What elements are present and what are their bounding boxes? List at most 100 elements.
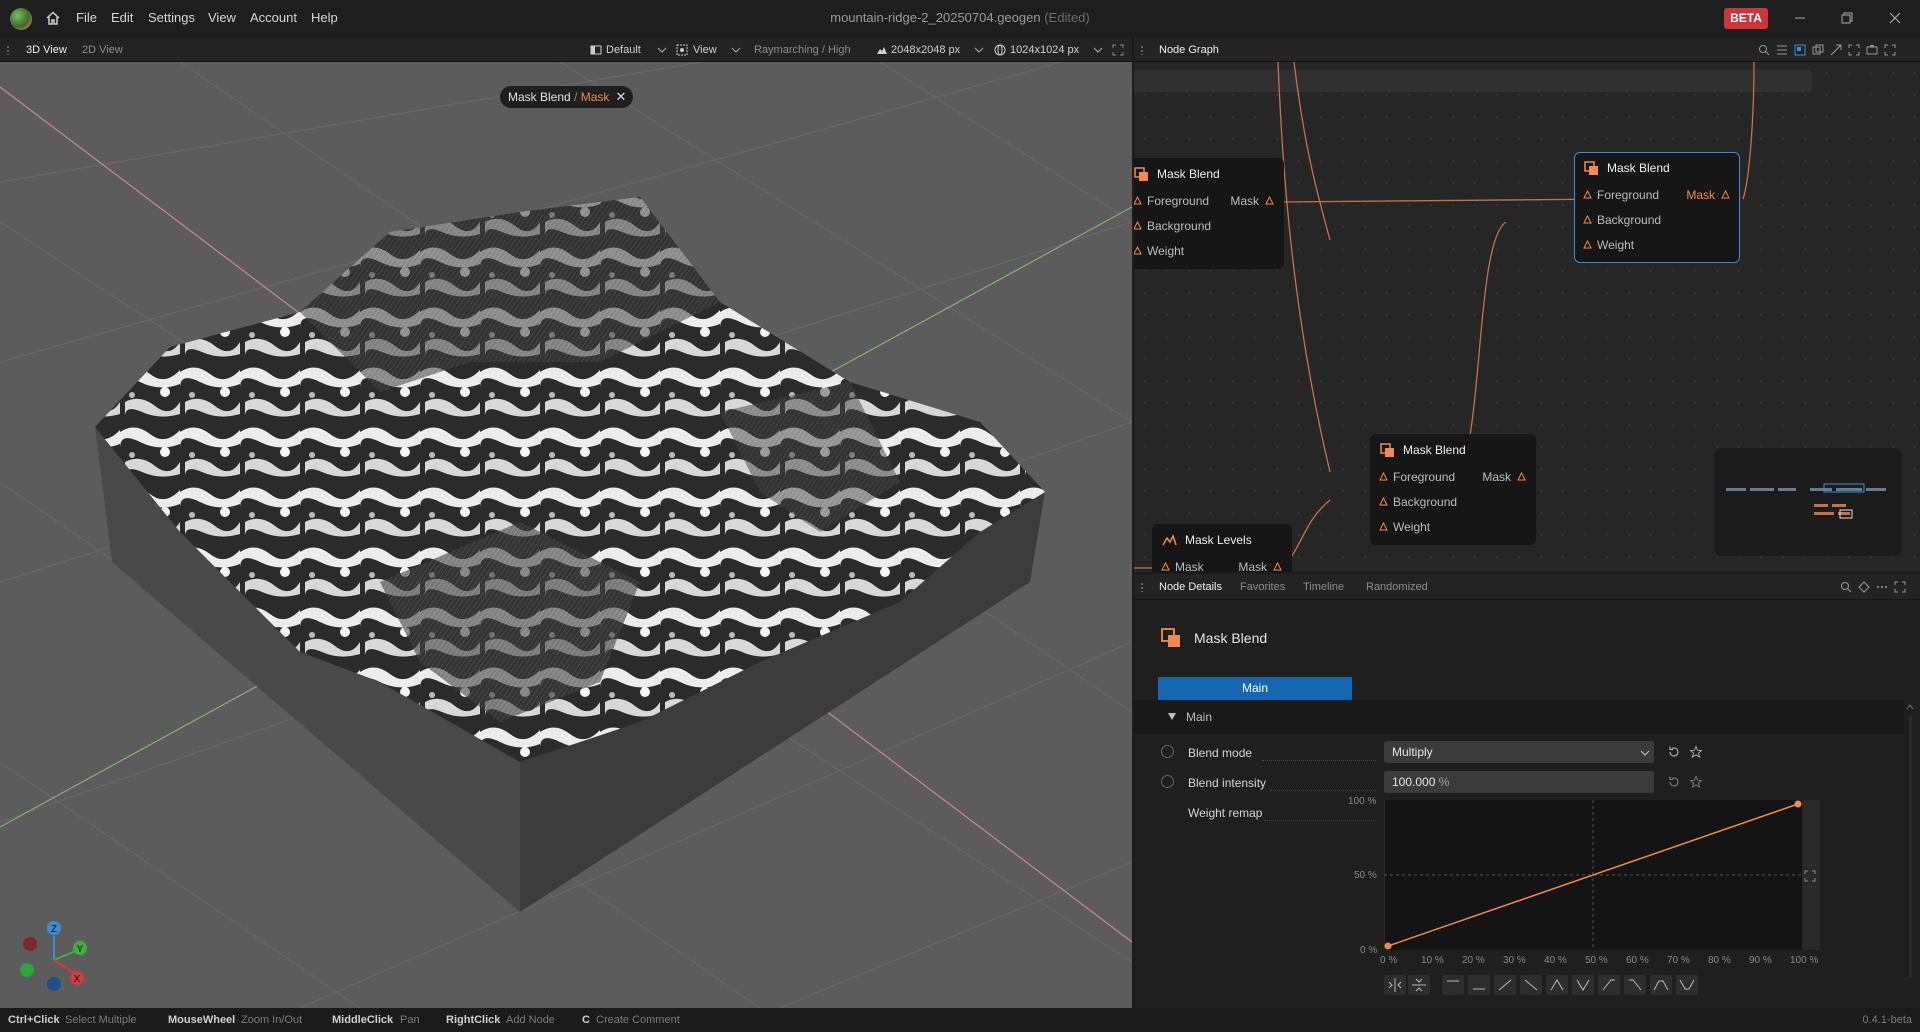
panel-grip[interactable] <box>1140 582 1144 592</box>
render-mode[interactable]: Raymarching / High <box>754 38 851 62</box>
fullscreen-icon[interactable] <box>1112 44 1124 56</box>
weight-remap-curve-editor[interactable] <box>1383 800 1802 950</box>
input-port-background[interactable]: Background <box>1134 214 1283 239</box>
menu-account[interactable]: Account <box>250 0 297 36</box>
list-icon[interactable] <box>1776 44 1788 56</box>
tab-main[interactable]: Main <box>1158 677 1352 700</box>
tab-node-details[interactable]: Node Details <box>1159 575 1222 599</box>
chip-close-icon[interactable]: ✕ <box>616 86 627 108</box>
tab-favorites[interactable]: Favorites <box>1240 575 1285 599</box>
panel-grip[interactable] <box>6 45 10 55</box>
more-icon[interactable] <box>1876 581 1888 593</box>
input-port-weight[interactable]: Weight <box>1575 233 1739 258</box>
scroll-track[interactable] <box>1908 717 1912 977</box>
curve-preset-bottom[interactable] <box>1468 975 1490 995</box>
fullscreen-icon[interactable] <box>1884 44 1896 56</box>
curve-flip-h-button[interactable] <box>1384 975 1406 995</box>
blend-mode-select[interactable]: Multiply <box>1384 741 1654 763</box>
hint-key: RightClick <box>446 1014 501 1026</box>
preset-dropdown[interactable]: Default <box>606 38 641 62</box>
blend-mode-expose-toggle[interactable] <box>1161 745 1174 758</box>
preview-resolution-dropdown[interactable]: 1024x1024 px <box>1010 38 1079 62</box>
minimize-icon[interactable] <box>1790 8 1810 28</box>
menu-help[interactable]: Help <box>311 0 338 36</box>
chevron-down-icon[interactable] <box>731 46 741 54</box>
input-port-mask[interactable]: Mask Mask <box>1153 555 1291 572</box>
curve-preset-peak[interactable] <box>1546 975 1568 995</box>
blend-intensity-expose-toggle[interactable] <box>1161 775 1174 788</box>
layout-icon[interactable] <box>1794 44 1806 56</box>
search-icon[interactable] <box>1758 44 1770 56</box>
panel-grip[interactable] <box>1140 45 1144 55</box>
input-port-foreground[interactable]: Foreground Mask <box>1371 465 1535 490</box>
restore-icon[interactable] <box>1837 8 1857 28</box>
section-main-header[interactable]: Main <box>1134 700 1904 734</box>
curve-preset-step[interactable] <box>1598 975 1620 995</box>
output-port-icon[interactable] <box>1265 196 1274 205</box>
curve-control-point[interactable] <box>1794 800 1802 808</box>
tab-randomized[interactable]: Randomized <box>1366 575 1428 599</box>
node-graph-canvas[interactable]: Mask Blend Foreground Mask Background Wei… <box>1134 62 1920 572</box>
graph-minimap[interactable] <box>1714 448 1902 556</box>
viewport-3d[interactable]: Mask Blend / Mask ✕ Z Y X <box>0 62 1132 1008</box>
graph-node-mask-blend-1[interactable]: Mask Blend Foreground Mask Background Wei… <box>1134 158 1284 269</box>
flip-vertical-icon <box>1412 978 1426 992</box>
tab-2d-view[interactable]: 2D View <box>82 38 123 62</box>
graph-node-mask-blend-2[interactable]: Mask Blend Foreground Mask Background Wei… <box>1574 152 1740 263</box>
resolution-dropdown[interactable]: 2048x2048 px <box>891 38 960 62</box>
reset-icon[interactable] <box>1667 745 1681 759</box>
curve-preset-step-inverse[interactable] <box>1624 975 1646 995</box>
curve-preset-cap[interactable] <box>1650 975 1672 995</box>
input-port-weight[interactable]: Weight <box>1371 515 1535 540</box>
menu-file[interactable]: File <box>76 0 97 36</box>
curve-flip-v-button[interactable] <box>1408 975 1430 995</box>
home-icon[interactable] <box>45 10 61 26</box>
curve-preset-cup[interactable] <box>1676 975 1698 995</box>
input-port-background[interactable]: Background <box>1371 490 1535 515</box>
curve-preset-top[interactable] <box>1442 975 1464 995</box>
collapse-arrow-icon[interactable] <box>1168 713 1176 720</box>
prop-leader <box>1270 790 1376 791</box>
frame-icon[interactable] <box>1812 44 1824 56</box>
axis-gizmo[interactable]: Z Y X <box>14 914 94 994</box>
port-label: Foreground <box>1147 194 1210 208</box>
chevron-down-icon[interactable] <box>657 46 667 54</box>
graph-node-mask-blend-3[interactable]: Mask Blend Foreground Mask Background Wei… <box>1370 434 1536 545</box>
port-triangle-icon <box>1583 240 1592 249</box>
curve-preset-valley[interactable] <box>1572 975 1594 995</box>
fullscreen-icon[interactable] <box>1894 581 1906 593</box>
tab-3d-view[interactable]: 3D View <box>26 38 67 62</box>
menu-settings[interactable]: Settings <box>148 0 195 36</box>
input-port-foreground[interactable]: Foreground Mask <box>1575 183 1739 208</box>
tab-timeline[interactable]: Timeline <box>1303 575 1344 599</box>
curve-preset-linear[interactable] <box>1494 975 1516 995</box>
reset-icon[interactable] <box>1667 775 1681 789</box>
input-port-background[interactable]: Background <box>1575 208 1739 233</box>
curve-preset-inverse[interactable] <box>1520 975 1542 995</box>
output-port-icon[interactable] <box>1273 562 1282 571</box>
blend-intensity-input[interactable]: 100.000 % <box>1384 771 1654 793</box>
favorite-star-icon[interactable] <box>1689 745 1703 759</box>
tab-node-graph[interactable]: Node Graph <box>1159 38 1219 62</box>
chevron-down-icon[interactable] <box>974 46 984 54</box>
curve-control-point[interactable] <box>1384 942 1392 950</box>
fit-view-icon[interactable] <box>1848 44 1860 56</box>
close-window-icon[interactable] <box>1885 8 1905 28</box>
output-port-icon[interactable] <box>1721 190 1730 199</box>
search-icon[interactable] <box>1840 581 1852 593</box>
menu-view[interactable]: View <box>208 0 236 36</box>
graph-node-mask-levels[interactable]: Mask Levels Mask Mask <box>1152 524 1292 572</box>
input-port-weight[interactable]: Weight <box>1134 239 1283 264</box>
expand-icon[interactable] <box>1830 44 1842 56</box>
chevron-down-icon[interactable] <box>1093 46 1103 54</box>
view-dropdown[interactable]: View <box>693 38 717 62</box>
diamond-icon[interactable] <box>1858 581 1870 593</box>
scroll-up-icon[interactable] <box>1906 702 1914 712</box>
expand-curve-icon[interactable] <box>1804 870 1816 882</box>
screenshot-icon[interactable] <box>1866 44 1878 56</box>
menu-edit[interactable]: Edit <box>111 0 133 36</box>
input-port-foreground[interactable]: Foreground Mask <box>1134 189 1283 214</box>
output-port-icon[interactable] <box>1517 472 1526 481</box>
details-scrollbar[interactable] <box>1906 700 1914 1000</box>
favorite-star-icon[interactable] <box>1689 775 1703 789</box>
